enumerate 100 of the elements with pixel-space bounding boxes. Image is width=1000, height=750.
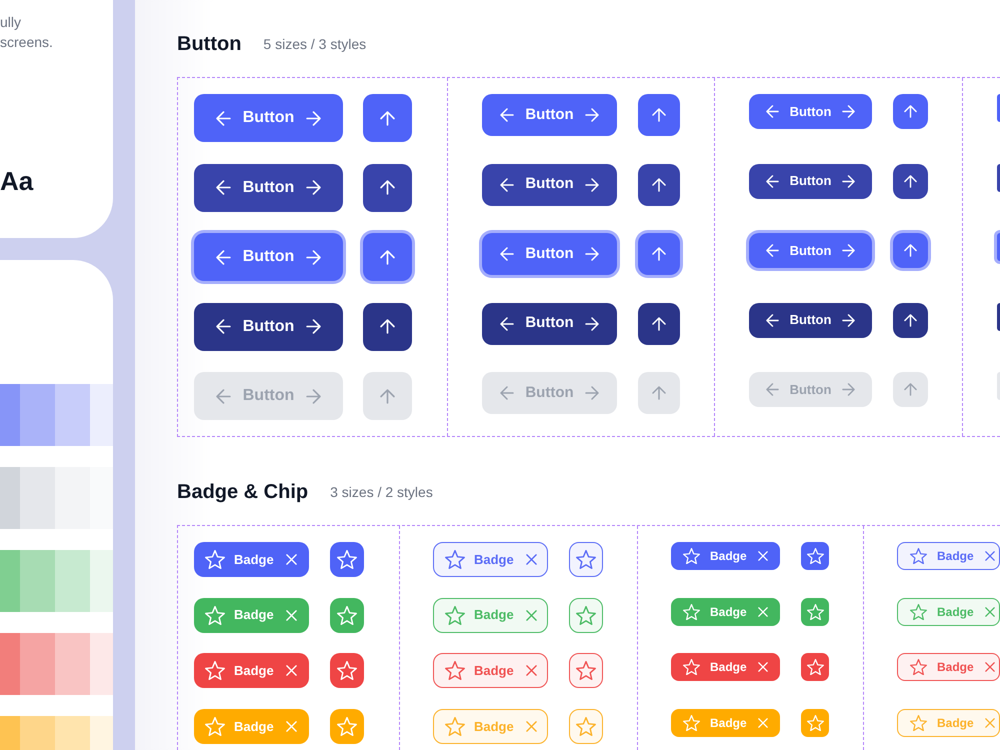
icon-button[interactable] xyxy=(638,164,680,206)
star-icon xyxy=(683,548,700,564)
badge: Badge xyxy=(194,542,309,577)
arrow-left-icon xyxy=(500,247,514,261)
sample-button[interactable]: Button xyxy=(194,302,343,350)
star-icon xyxy=(910,659,927,676)
section-title: Badge & Chip xyxy=(177,480,308,505)
icon-button[interactable] xyxy=(363,302,412,350)
sample-button[interactable]: Button xyxy=(482,233,617,275)
sample-button[interactable]: Button xyxy=(482,94,617,136)
sample-button[interactable]: Button xyxy=(749,302,872,338)
star-icon xyxy=(806,604,824,620)
arrow-up-icon xyxy=(380,250,395,264)
arrow-right-icon xyxy=(306,110,322,126)
arrow-up-icon xyxy=(380,388,395,404)
star-icon xyxy=(576,550,596,569)
star-icon xyxy=(806,714,824,731)
star-icon xyxy=(576,716,596,736)
arrow-left-icon xyxy=(766,383,779,396)
arrow-right-icon xyxy=(584,247,599,261)
sample-button[interactable]: Button xyxy=(482,164,617,206)
badge: Badge xyxy=(433,542,548,577)
star-icon xyxy=(337,550,357,569)
arrow-up-icon xyxy=(380,110,395,126)
star-icon xyxy=(337,661,357,680)
arrow-up-icon xyxy=(652,108,666,122)
arrow-right-icon xyxy=(306,250,322,264)
badge: Badge xyxy=(671,653,780,682)
icon-button[interactable] xyxy=(638,302,680,344)
section-subtitle: 3 sizes / 2 styles xyxy=(330,483,433,502)
icon-button[interactable] xyxy=(363,164,412,212)
arrow-left-icon xyxy=(766,244,779,257)
star-icon xyxy=(337,716,357,736)
star-icon xyxy=(205,606,225,625)
badge: Badge xyxy=(194,708,309,744)
star-icon xyxy=(806,659,824,676)
close-icon[interactable] xyxy=(984,662,995,672)
arrow-up-icon xyxy=(652,316,666,330)
arrow-left-icon xyxy=(500,178,514,192)
sample-button[interactable]: Button xyxy=(749,164,872,198)
arrow-up-icon xyxy=(652,247,666,261)
sample-button[interactable] xyxy=(997,94,1000,122)
arrow-left-icon xyxy=(766,314,779,326)
arrow-right-icon xyxy=(584,316,599,330)
arrow-up-icon xyxy=(904,174,917,188)
sample-button[interactable]: Button xyxy=(482,302,617,344)
close-icon[interactable] xyxy=(984,551,995,561)
badge: Badge xyxy=(433,653,548,688)
badge: Badge xyxy=(433,598,548,633)
arrow-up-icon xyxy=(652,178,666,192)
star-icon xyxy=(337,606,357,625)
arrow-up-icon xyxy=(904,314,917,326)
arrow-left-icon xyxy=(216,110,231,126)
star-icon xyxy=(576,606,596,625)
arrow-left-icon xyxy=(500,386,514,400)
arrow-right-icon xyxy=(842,383,856,396)
star-icon xyxy=(806,548,824,564)
star-icon xyxy=(910,604,927,620)
badge: Badge xyxy=(433,708,548,744)
star-icon xyxy=(445,606,465,625)
icon-button[interactable] xyxy=(893,302,928,338)
arrow-left-icon xyxy=(500,108,514,122)
icon-button[interactable] xyxy=(893,94,928,129)
arrow-right-icon xyxy=(842,174,856,188)
sample-button[interactable]: Button xyxy=(194,164,343,212)
star-icon xyxy=(683,659,700,676)
arrow-right-icon xyxy=(842,314,856,326)
close-icon[interactable] xyxy=(526,610,537,621)
type-sample: Aa xyxy=(0,165,34,197)
arrow-right-icon xyxy=(842,105,856,118)
badge: Badge xyxy=(671,542,780,570)
close-icon[interactable] xyxy=(526,665,537,676)
icon-button[interactable] xyxy=(638,94,680,136)
icon-button[interactable] xyxy=(893,164,928,198)
star-icon xyxy=(910,714,927,731)
sample-button[interactable] xyxy=(997,302,1000,330)
sample-button[interactable] xyxy=(997,164,1000,192)
close-icon[interactable] xyxy=(984,606,995,617)
star-icon xyxy=(910,548,927,564)
arrow-right-icon xyxy=(584,108,599,122)
arrow-right-icon xyxy=(584,178,599,192)
arrow-right-icon xyxy=(306,180,322,195)
sample-button[interactable]: Button xyxy=(749,94,872,129)
badge: Badge xyxy=(897,542,1000,570)
sample-button[interactable]: Button xyxy=(194,233,343,281)
arrow-up-icon xyxy=(904,105,917,118)
arrow-left-icon xyxy=(500,316,514,330)
badge: Badge xyxy=(194,653,309,688)
arrow-up-icon xyxy=(904,244,917,257)
icon-button[interactable] xyxy=(893,233,928,268)
close-icon[interactable] xyxy=(526,554,537,565)
arrow-up-icon xyxy=(380,180,395,195)
sample-button[interactable]: Button xyxy=(749,233,872,268)
icon-button[interactable] xyxy=(363,94,412,142)
star-icon xyxy=(683,604,700,620)
sample-button[interactable]: Button xyxy=(194,94,343,142)
badge: Badge xyxy=(897,653,1000,682)
badge: Badge xyxy=(671,598,780,626)
section-title: Button xyxy=(177,32,242,57)
badge: Badge xyxy=(671,708,780,737)
